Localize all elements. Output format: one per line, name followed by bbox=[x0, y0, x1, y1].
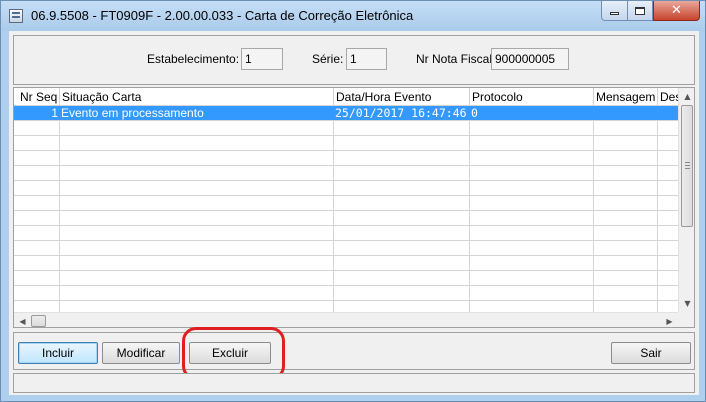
client-area: Estabelecimento: 1 Série: 1 Nr Nota Fisc… bbox=[9, 31, 699, 395]
grip-line bbox=[685, 165, 690, 166]
scroll-down-icon[interactable]: ▼ bbox=[679, 295, 694, 312]
vertical-scrollbar[interactable]: ▲ ▼ bbox=[678, 88, 694, 312]
column-header-mensagem[interactable]: Mensagem bbox=[594, 88, 658, 105]
cell-situacao: Evento em processamento bbox=[61, 106, 204, 120]
scroll-right-icon[interactable]: ▶ bbox=[661, 313, 678, 327]
column-divider bbox=[469, 88, 470, 312]
excluir-button[interactable]: Excluir bbox=[189, 342, 271, 364]
row-divider bbox=[14, 270, 678, 271]
vertical-scroll-thumb[interactable] bbox=[681, 105, 693, 227]
serie-label: Série: bbox=[312, 52, 344, 66]
events-grid[interactable]: Nr Seq Situação Carta Data/Hora Evento P… bbox=[13, 87, 695, 328]
window-title: 06.9.5508 - FT0909F - 2.00.00.033 - Cart… bbox=[31, 8, 414, 23]
cell-protocolo: 0 bbox=[471, 106, 478, 120]
column-divider bbox=[333, 88, 334, 312]
close-button[interactable]: ✕ bbox=[653, 1, 700, 21]
horizontal-scrollbar[interactable]: ◀ ▶ bbox=[14, 312, 678, 327]
column-header-nr-seq[interactable]: Nr Seq bbox=[18, 88, 62, 105]
row-divider bbox=[14, 135, 678, 136]
title-bar[interactable]: 06.9.5508 - FT0909F - 2.00.00.033 - Cart… bbox=[1, 1, 705, 31]
modificar-button[interactable]: Modificar bbox=[102, 342, 180, 364]
minimize-button[interactable] bbox=[601, 1, 628, 21]
maximize-icon bbox=[635, 6, 645, 15]
status-bar bbox=[13, 373, 695, 393]
row-divider bbox=[14, 120, 678, 121]
horizontal-scroll-thumb[interactable] bbox=[31, 315, 46, 327]
scrollbar-corner bbox=[678, 312, 694, 327]
column-divider bbox=[59, 88, 60, 312]
row-divider bbox=[14, 255, 678, 256]
nota-fiscal-label: Nr Nota Fiscal: bbox=[416, 52, 496, 66]
app-window: 06.9.5508 - FT0909F - 2.00.00.033 - Cart… bbox=[0, 0, 706, 402]
column-divider bbox=[593, 88, 594, 312]
row-divider bbox=[14, 240, 678, 241]
minimize-icon bbox=[610, 12, 619, 15]
button-bar: Incluir Modificar Excluir Sair bbox=[13, 332, 695, 370]
row-divider bbox=[14, 150, 678, 151]
row-divider bbox=[14, 180, 678, 181]
serie-field: 1 bbox=[346, 48, 387, 70]
estabelecimento-field: 1 bbox=[241, 48, 283, 70]
column-divider bbox=[657, 88, 658, 312]
cell-mensagem bbox=[595, 106, 655, 120]
app-icon bbox=[9, 9, 23, 23]
grip-line bbox=[685, 168, 690, 169]
grid-header: Nr Seq Situação Carta Data/Hora Evento P… bbox=[14, 88, 678, 105]
row-divider bbox=[14, 195, 678, 196]
maximize-button[interactable] bbox=[627, 1, 653, 21]
incluir-button[interactable]: Incluir bbox=[18, 342, 98, 364]
column-header-protocolo[interactable]: Protocolo bbox=[470, 88, 592, 105]
scroll-left-icon[interactable]: ◀ bbox=[14, 313, 31, 327]
row-divider bbox=[14, 225, 678, 226]
cell-data-hora: 25/01/2017 16:47:46 bbox=[335, 106, 467, 120]
column-header-situacao[interactable]: Situação Carta bbox=[60, 88, 330, 105]
close-icon: ✕ bbox=[671, 3, 682, 18]
row-divider bbox=[14, 165, 678, 166]
nota-fiscal-field: 900000005 bbox=[491, 48, 569, 70]
sair-button[interactable]: Sair bbox=[611, 342, 691, 364]
grip-line bbox=[685, 162, 690, 163]
cell-descricao bbox=[659, 106, 678, 120]
scroll-up-icon[interactable]: ▲ bbox=[679, 88, 694, 105]
row-divider bbox=[14, 285, 678, 286]
row-divider bbox=[14, 210, 678, 211]
column-header-data-hora[interactable]: Data/Hora Evento bbox=[334, 88, 470, 105]
column-header-descricao[interactable]: Des bbox=[658, 88, 678, 105]
table-row-selected[interactable]: 1 Evento em processamento 25/01/2017 16:… bbox=[14, 106, 678, 120]
header-panel: Estabelecimento: 1 Série: 1 Nr Nota Fisc… bbox=[13, 35, 695, 85]
row-divider bbox=[14, 300, 678, 301]
cell-nr-seq: 1 bbox=[51, 106, 58, 120]
estabelecimento-label: Estabelecimento: bbox=[147, 52, 240, 66]
